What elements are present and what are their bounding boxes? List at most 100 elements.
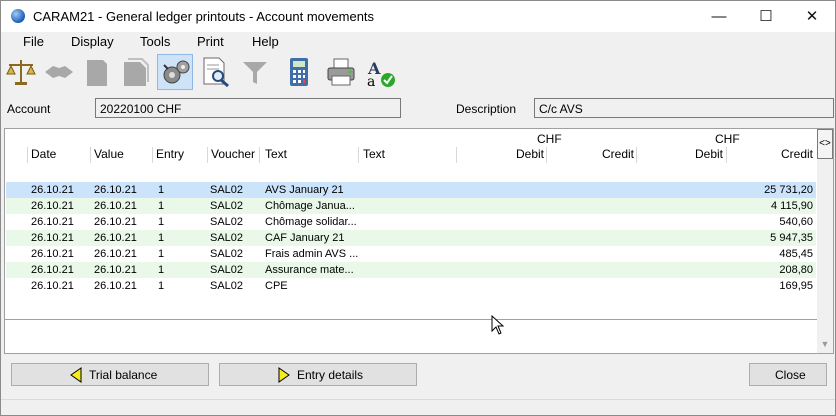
- column-separator: [726, 147, 727, 163]
- funnel-icon[interactable]: [237, 54, 273, 90]
- maximize-button[interactable]: ☐: [743, 1, 789, 32]
- cell-date: 26.10.21: [31, 200, 74, 212]
- header-currency-1: CHF: [537, 132, 562, 146]
- open-book-icon[interactable]: [41, 54, 77, 90]
- header-voucher[interactable]: Voucher: [211, 147, 255, 161]
- cell-text: CPE: [265, 280, 288, 292]
- cell-voucher: SAL02: [210, 232, 244, 244]
- cell-credit: 540,60: [779, 216, 813, 228]
- document-stack-icon[interactable]: [117, 54, 153, 90]
- trial-balance-button[interactable]: Trial balance: [11, 363, 209, 386]
- cell-voucher: SAL02: [210, 216, 244, 228]
- cell-voucher: SAL02: [210, 264, 244, 276]
- cell-value: 26.10.21: [94, 232, 137, 244]
- title-bar[interactable]: CARAM21 - General ledger printouts - Acc…: [1, 1, 835, 32]
- menu-bar: File Display Tools Print Help: [1, 32, 835, 51]
- cell-date: 26.10.21: [31, 280, 74, 292]
- close-window-button[interactable]: ✕: [789, 1, 835, 32]
- menu-display[interactable]: Display: [71, 34, 114, 49]
- cell-value: 26.10.21: [94, 200, 137, 212]
- cell-credit: 169,95: [779, 280, 813, 292]
- column-separator: [358, 147, 359, 163]
- scales-icon[interactable]: [3, 54, 39, 90]
- header-text-2[interactable]: Text: [363, 147, 385, 161]
- cell-voucher: SAL02: [210, 184, 244, 196]
- column-separator: [636, 147, 637, 163]
- cell-entry: 1: [158, 280, 165, 292]
- cell-value: 26.10.21: [94, 248, 137, 260]
- printer-icon[interactable]: [323, 54, 359, 90]
- account-row: Account 20220100 CHF Description C/c AVS: [1, 96, 835, 122]
- close-button[interactable]: Close: [749, 363, 827, 386]
- trial-balance-label: Trial balance: [89, 368, 158, 382]
- header-currency-2: CHF: [715, 132, 740, 146]
- app-logo-icon: [11, 9, 25, 23]
- cell-voucher: SAL02: [210, 280, 244, 292]
- arrow-right-icon: [278, 367, 290, 383]
- cell-entry: 1: [158, 232, 165, 244]
- minimize-button[interactable]: —: [696, 1, 742, 32]
- cell-entry: 1: [158, 216, 165, 228]
- table-row[interactable]: 26.10.21 26.10.21 1 SAL02 CAF January 21…: [6, 230, 816, 246]
- header-value[interactable]: Value: [94, 147, 124, 161]
- app-window: CARAM21 - General ledger printouts - Acc…: [0, 0, 836, 416]
- menu-tools[interactable]: Tools: [140, 34, 170, 49]
- cell-entry: 1: [158, 264, 165, 276]
- column-separator: [207, 147, 208, 163]
- header-credit-1[interactable]: Credit: [602, 147, 634, 161]
- header-text[interactable]: Text: [265, 147, 287, 161]
- table-row[interactable]: 26.10.21 26.10.21 1 SAL02 Chômage Janua.…: [6, 198, 816, 214]
- entry-details-button[interactable]: Entry details: [219, 363, 417, 386]
- table-row[interactable]: 26.10.21 26.10.21 1 SAL02 Frais admin AV…: [6, 246, 816, 262]
- header-credit-2[interactable]: Credit: [781, 147, 813, 161]
- header-entry[interactable]: Entry: [156, 147, 184, 161]
- scroll-down-arrow-icon[interactable]: ▼: [817, 337, 833, 351]
- menu-help[interactable]: Help: [252, 34, 279, 49]
- cell-text: Assurance mate...: [265, 264, 354, 276]
- header-date[interactable]: Date: [31, 147, 56, 161]
- cell-credit: 4 115,90: [770, 200, 813, 212]
- cell-voucher: SAL02: [210, 248, 244, 260]
- spell-check-icon[interactable]: Aa: [363, 54, 399, 90]
- column-separator: [456, 147, 457, 163]
- cell-date: 26.10.21: [31, 216, 74, 228]
- cell-text: Chômage solidar...: [265, 216, 357, 228]
- calculator-icon[interactable]: [281, 54, 317, 90]
- toolbar: Aa: [1, 52, 835, 92]
- menu-file[interactable]: File: [23, 34, 44, 49]
- table-row[interactable]: 26.10.21 26.10.21 1 SAL02 Assurance mate…: [6, 262, 816, 278]
- cell-voucher: SAL02: [210, 200, 244, 212]
- table-row[interactable]: 26.10.21 26.10.21 1 SAL02 CPE 169,95: [6, 278, 816, 294]
- description-field[interactable]: C/c AVS: [534, 98, 834, 118]
- column-separator: [90, 147, 91, 163]
- cell-entry: 1: [158, 248, 165, 260]
- account-field[interactable]: 20220100 CHF: [95, 98, 401, 118]
- entry-details-label: Entry details: [297, 368, 364, 382]
- cell-date: 26.10.21: [31, 184, 74, 196]
- cell-credit: 5 947,35: [770, 232, 813, 244]
- cell-entry: 1: [158, 184, 165, 196]
- header-debit-1[interactable]: Debit: [516, 147, 544, 161]
- arrow-left-icon: [70, 367, 82, 383]
- close-label: Close: [775, 368, 806, 382]
- table-row[interactable]: 26.10.21 26.10.21 1 SAL02 Chômage solida…: [6, 214, 816, 230]
- cell-text: CAF January 21: [265, 232, 345, 244]
- cell-value: 26.10.21: [94, 216, 137, 228]
- cell-date: 26.10.21: [31, 264, 74, 276]
- cell-credit: 25 731,20: [764, 184, 813, 196]
- table-row[interactable]: 26.10.21 26.10.21 1 SAL02 AVS January 21…: [6, 182, 816, 198]
- menu-print[interactable]: Print: [197, 34, 224, 49]
- vertical-scrollbar[interactable]: <> ▼: [817, 129, 833, 353]
- header-debit-2[interactable]: Debit: [695, 147, 723, 161]
- cell-value: 26.10.21: [94, 264, 137, 276]
- column-separator: [546, 147, 547, 163]
- expand-columns-button[interactable]: <>: [817, 129, 833, 159]
- movements-grid[interactable]: CHF CHF Date Value Entry Voucher Text Te…: [4, 128, 834, 354]
- settings-gears-icon[interactable]: [157, 54, 193, 90]
- cell-date: 26.10.21: [31, 248, 74, 260]
- account-label: Account: [7, 102, 51, 116]
- print-preview-icon[interactable]: [197, 54, 233, 90]
- mouse-cursor-icon: [491, 315, 505, 335]
- cell-text: Frais admin AVS ...: [265, 248, 359, 260]
- document-icon[interactable]: [79, 54, 115, 90]
